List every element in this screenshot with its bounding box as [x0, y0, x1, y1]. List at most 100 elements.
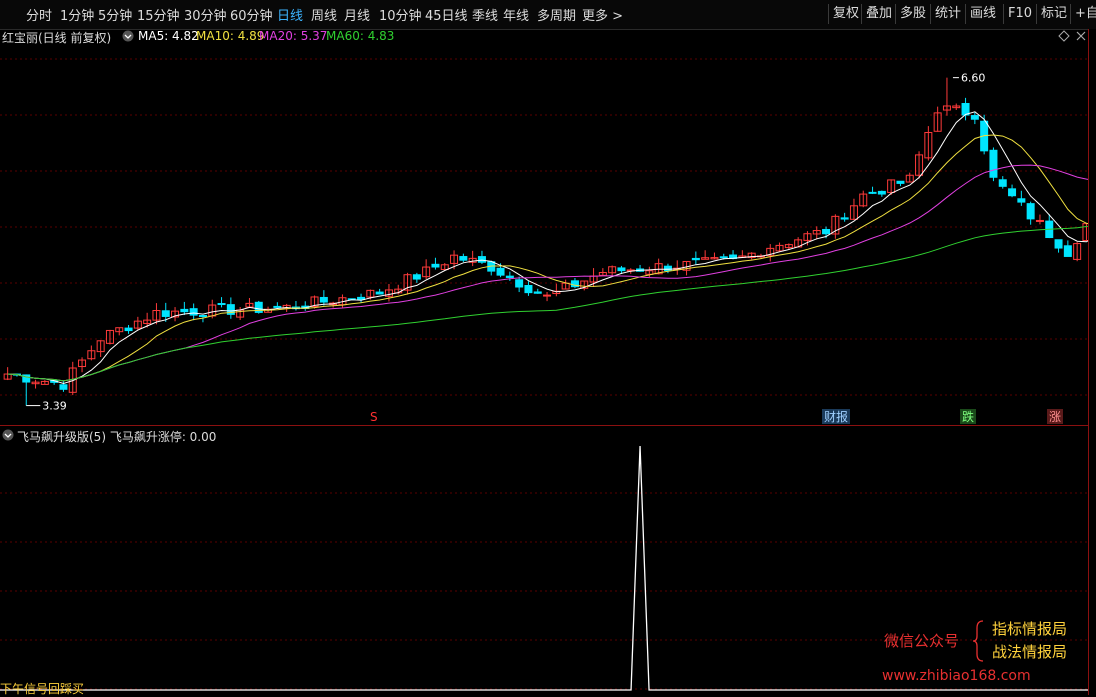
signal-label: 下午信号回踩买	[0, 682, 85, 696]
candle-body	[124, 327, 133, 332]
event-tag-caibao-text: 财报	[824, 409, 848, 424]
candle-body	[989, 149, 998, 178]
right-scroll-border[interactable]	[1088, 29, 1096, 695]
candle-body	[189, 308, 198, 316]
candle-body	[543, 294, 552, 297]
ma5-line	[7, 111, 1088, 385]
period-tab-6[interactable]: 日线	[277, 5, 303, 24]
event-tag-caibao: 财报	[822, 409, 850, 424]
chevron-down-icon[interactable]	[2, 429, 14, 444]
candle-body	[691, 257, 700, 261]
candle-body	[1063, 245, 1072, 257]
candle-body	[970, 115, 979, 120]
toolbar-separator	[1003, 4, 1004, 24]
candle-body	[1008, 188, 1017, 197]
toolbar-separator	[965, 4, 966, 24]
candle-body	[617, 267, 626, 272]
candle-body	[524, 285, 533, 294]
period-tab-2[interactable]: 5分钟	[98, 5, 132, 24]
watermark: 微信公众号 指标情报局 战法情报局 www.zhibiao168.com	[880, 617, 1090, 692]
period-tab-5[interactable]: 60分钟	[230, 5, 273, 24]
ma10-line	[7, 134, 1088, 382]
period-tab-9[interactable]: 10分钟	[379, 5, 422, 24]
toolbar-button-2[interactable]: 多股	[900, 4, 926, 24]
candle-body	[431, 263, 440, 268]
ma10-label: MA10: 4.89	[196, 29, 265, 43]
ma20-line	[7, 164, 1088, 382]
period-tab-13[interactable]: 多周期	[537, 5, 576, 24]
period-tab-12[interactable]: 年线	[503, 5, 529, 24]
period-tab-8[interactable]: 月线	[344, 5, 370, 24]
candle-body	[375, 291, 384, 295]
candle-body	[868, 191, 877, 194]
period-tab-11[interactable]: 季线	[472, 5, 498, 24]
candle-body	[217, 303, 226, 306]
event-tag-zhang: 涨	[1047, 409, 1063, 424]
ma60-label: MA60: 4.83	[326, 29, 395, 43]
candle-body	[273, 305, 282, 308]
event-tag-zhang-text: 涨	[1049, 409, 1061, 424]
candle-body	[663, 265, 672, 272]
ma20-label: MA20: 5.37	[259, 29, 328, 43]
event-tag-s: S	[370, 410, 378, 424]
pane-divider	[0, 425, 1088, 426]
candle-body	[1054, 239, 1063, 249]
toolbar-separator	[828, 4, 829, 24]
brace-icon	[972, 620, 984, 662]
watermark-right1: 指标情报局	[992, 620, 1068, 638]
watermark-url: www.zhibiao168.com	[882, 668, 1031, 684]
high-price-label: 6.60	[961, 72, 986, 85]
diamond-icon[interactable]	[1058, 30, 1070, 45]
candle-body	[998, 179, 1007, 187]
toolbar-button-6[interactable]: 标记	[1041, 4, 1067, 24]
event-tag-die: 跌	[960, 409, 976, 424]
candle-body	[822, 228, 831, 235]
toolbar-separator	[1070, 4, 1071, 24]
chart-info-bar: 红宝丽(日线 前复权) MA5: 4.82 MA10: 4.89 MA20: 5…	[0, 29, 1096, 47]
chevron-down-icon[interactable]	[122, 30, 134, 45]
candle-body	[198, 314, 207, 317]
low-price-label: 3.39	[42, 400, 67, 413]
toolbar-separator	[861, 4, 862, 24]
candle-body	[505, 275, 514, 278]
candle-body	[1035, 219, 1044, 222]
toolbar-separator	[895, 4, 896, 24]
candle-body	[496, 267, 505, 276]
period-tab-7[interactable]: 周线	[311, 5, 337, 24]
candle-body	[1026, 203, 1035, 220]
candle-body	[533, 291, 542, 294]
candle-body	[412, 274, 421, 280]
period-tab-10[interactable]: 45日线	[425, 5, 468, 24]
watermark-right2: 战法情报局	[992, 643, 1068, 661]
period-tab-0[interactable]: 分时	[26, 5, 52, 24]
watermark-left: 微信公众号	[884, 632, 960, 650]
toolbar-button-5[interactable]: F10	[1008, 4, 1032, 24]
toolbar-separator	[930, 4, 931, 24]
candle-body	[161, 310, 170, 317]
candlestick-chart: 6.60 3.39 S 财报 跌 涨	[0, 58, 1088, 424]
candle-body	[459, 256, 468, 261]
candle-body	[59, 384, 68, 390]
candle-body	[877, 190, 886, 195]
candle-body	[180, 308, 189, 313]
toolbar-button-0[interactable]: 复权	[833, 4, 859, 24]
candle-body	[1017, 198, 1026, 203]
period-tab-14[interactable]: 更多 >	[582, 5, 623, 24]
candle-body	[477, 256, 486, 263]
period-tab-1[interactable]: 1分钟	[60, 5, 94, 24]
ma60-line	[7, 225, 1088, 382]
toolbar-button-3[interactable]: 统计	[935, 4, 961, 24]
event-tag-die-text: 跌	[962, 409, 974, 424]
candle-body	[319, 296, 328, 303]
close-icon[interactable]	[1075, 30, 1087, 45]
period-tab-4[interactable]: 30分钟	[184, 5, 227, 24]
candle-body	[515, 279, 524, 288]
period-toolbar: 分时 1分钟 5分钟 15分钟 30分钟 60分钟 日线 周线 月线 10分钟 45日线 季线 年线 多周…	[0, 0, 1096, 30]
toolbar-button-1[interactable]: 叠加	[866, 4, 892, 24]
candle-body	[840, 217, 849, 220]
event-tag-s-text: S	[370, 410, 378, 424]
toolbar-button-4[interactable]: 画线	[970, 4, 996, 24]
stock-title: 红宝丽(日线 前复权)	[2, 31, 112, 45]
toolbar-button-7[interactable]: +自选	[1075, 4, 1096, 24]
period-tab-3[interactable]: 15分钟	[137, 5, 180, 24]
